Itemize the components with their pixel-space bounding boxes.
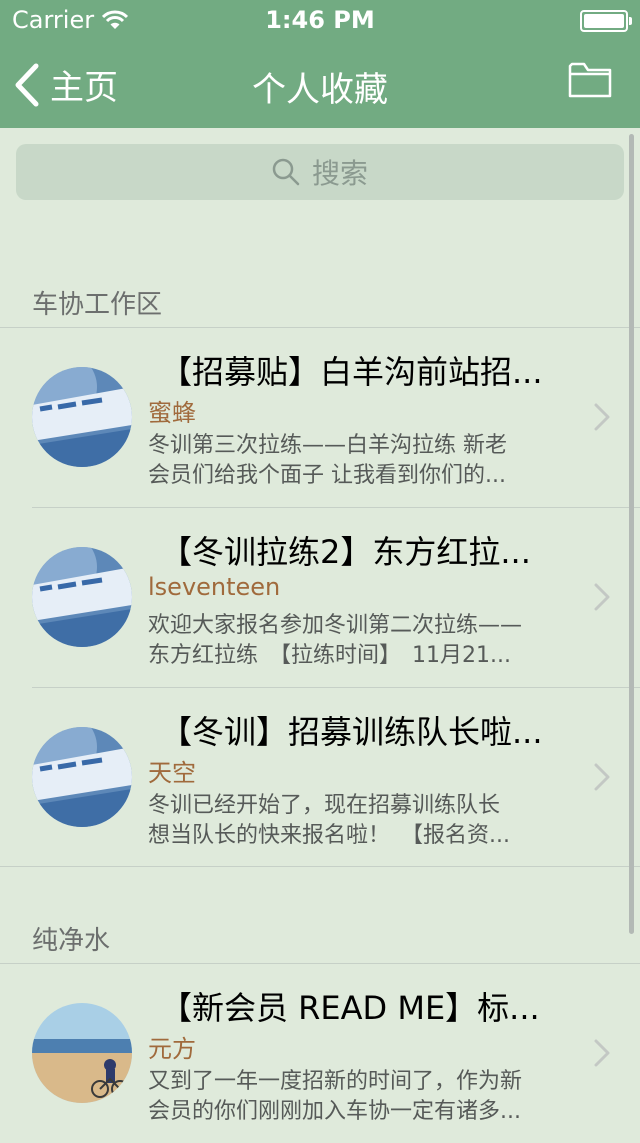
item-title: 【招募贴】白羊沟前站招... [160, 353, 543, 391]
chevron-right-icon [594, 403, 610, 431]
item-summary: 欢迎大家报名参加冬训第二次拉练—— 东方红拉练 【拉练时间】 11月21... [148, 611, 558, 671]
folder-button[interactable] [568, 60, 612, 102]
item-author: 元方 [148, 1035, 196, 1063]
summary-line: 会员的你们刚刚加入车协一定有诸多... [148, 1099, 521, 1124]
item-author: 天空 [148, 759, 196, 787]
summary-line: 想当队长的快来报名啦！ 【报名资... [148, 823, 510, 848]
back-button[interactable]: 主页 [14, 60, 118, 109]
summary-line: 东方红拉练 【拉练时间】 11月21... [148, 643, 511, 668]
item-author: lseventeen [148, 573, 281, 601]
divider [0, 866, 640, 867]
list-item[interactable]: 【招募贴】白羊沟前站招... 蜜蜂 冬训第三次拉练——白羊沟拉练 新老 会员们给… [0, 327, 640, 507]
status-time: 1:46 PM [265, 6, 375, 34]
item-author: 蜜蜂 [148, 399, 196, 427]
battery-icon [580, 10, 632, 32]
item-title: 【冬训拉练2】东方红拉... [160, 533, 531, 571]
item-summary: 冬训第三次拉练——白羊沟拉练 新老 会员们给我个面子 让我看到你们的... [148, 431, 558, 491]
list-item[interactable]: 【冬训】招募训练队长啦... 天空 冬训已经开始了，现在招募训练队长 想当队长的… [0, 687, 640, 867]
scrollbar[interactable] [629, 134, 634, 934]
avatar [32, 727, 132, 827]
item-summary: 又到了一年一度招新的时间了，作为新 会员的你们刚刚加入车协一定有诸多... [148, 1067, 558, 1127]
search-icon [272, 158, 300, 186]
folder-icon [568, 62, 612, 98]
avatar [32, 1003, 132, 1103]
search-placeholder: 搜索 [311, 157, 368, 190]
section-header: 纯净水 [32, 926, 111, 956]
chevron-right-icon [594, 763, 610, 791]
section-header: 车协工作区 [32, 290, 163, 320]
summary-line: 欢迎大家报名参加冬训第二次拉练—— [148, 613, 523, 638]
summary-line: 又到了一年一度招新的时间了，作为新 [148, 1069, 523, 1094]
status-bar: Carrier 1:46 PM [0, 0, 640, 40]
chevron-right-icon [594, 1039, 610, 1067]
item-summary: 冬训已经开始了，现在招募训练队长 想当队长的快来报名啦！ 【报名资... [148, 791, 558, 851]
avatar [32, 547, 132, 647]
list-item[interactable]: 【新会员 READ ME】标... 元方 又到了一年一度招新的时间了，作为新 会… [0, 963, 640, 1143]
search-bar[interactable]: 搜索 [16, 144, 624, 200]
back-label: 主页 [50, 68, 118, 108]
item-title: 【新会员 READ ME】标... [160, 989, 540, 1027]
navigation-bar: Carrier 1:46 PM 主页 个人收藏 [0, 0, 640, 128]
avatar [32, 367, 132, 467]
chevron-left-icon [15, 63, 39, 106]
summary-line: 会员们给我个面子 让我看到你们的... [148, 463, 506, 488]
chevron-right-icon [594, 583, 610, 611]
item-title: 【冬训】招募训练队长啦... [160, 713, 543, 751]
summary-line: 冬训已经开始了，现在招募训练队长 [148, 793, 501, 818]
list-item[interactable]: 【冬训拉练2】东方红拉... lseventeen 欢迎大家报名参加冬训第二次拉… [0, 507, 640, 687]
summary-line: 冬训第三次拉练——白羊沟拉练 新老 [148, 433, 507, 458]
